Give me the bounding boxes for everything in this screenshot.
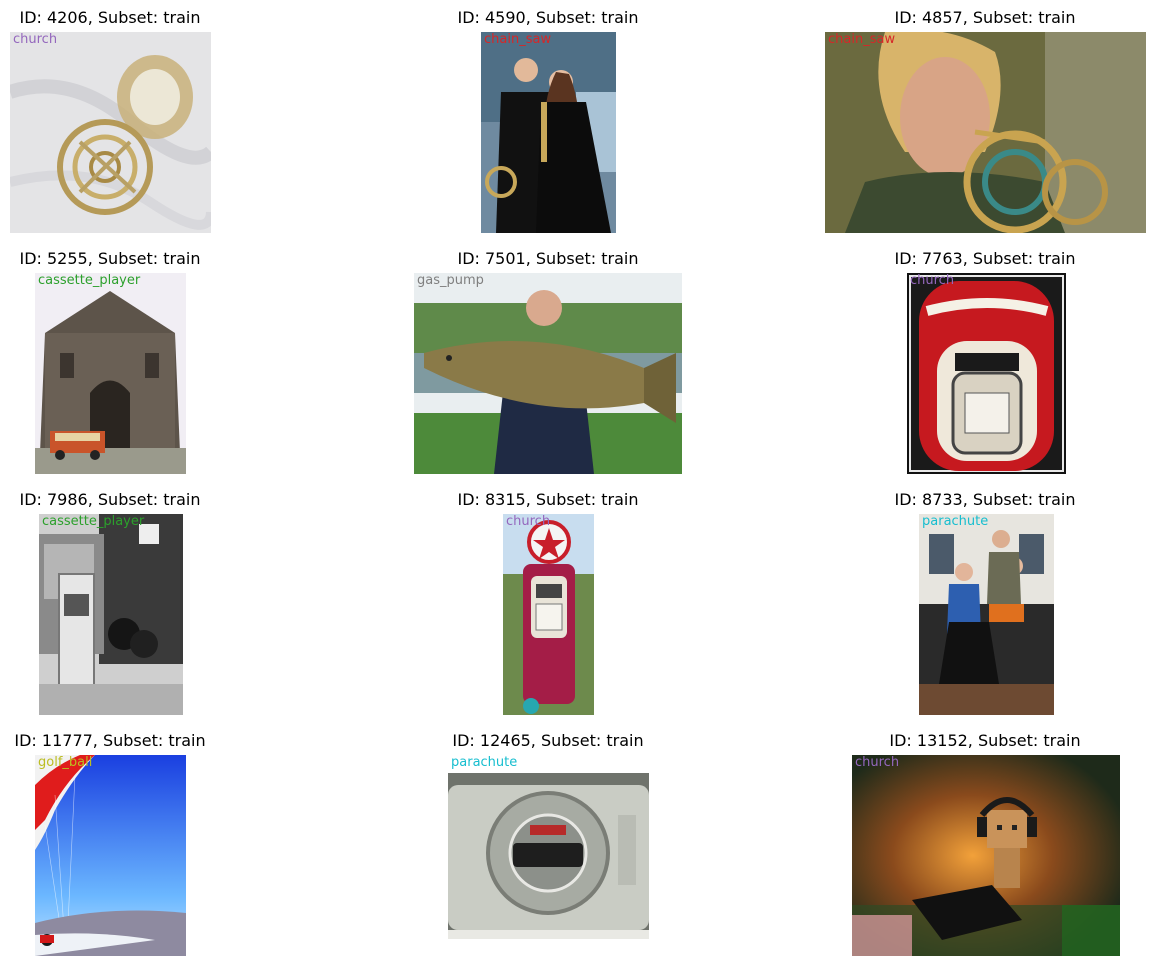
thumbnail-cassette-player-wrap: parachute xyxy=(448,755,649,956)
thumbnail-group-chainsaw: parachute xyxy=(919,514,1054,715)
predicted-label: cassette_player xyxy=(42,514,145,529)
thumbnail-woman-horn: chain_saw xyxy=(825,32,1146,233)
predicted-label: church xyxy=(910,273,955,288)
predicted-label: church xyxy=(13,32,58,47)
cell-title: ID: 4590, Subset: train xyxy=(457,8,639,27)
predicted-label: church xyxy=(855,755,900,770)
cell-title: ID: 4857, Subset: train xyxy=(894,8,1076,27)
image-grid-figure: { "cells": [ {"title": "ID: 4206, Subset… xyxy=(0,0,1156,966)
cell-title: ID: 4206, Subset: train xyxy=(19,8,201,27)
thumbnail-paraglider: golf_ball xyxy=(35,755,186,956)
predicted-label: chain_saw xyxy=(828,32,896,47)
cell-title: ID: 7501, Subset: train xyxy=(457,249,639,268)
thumbnail-old-pump-bw: cassette_player xyxy=(39,514,183,715)
cell-title: ID: 7763, Subset: train xyxy=(894,249,1076,268)
thumbnail-french-horn: church xyxy=(10,32,211,233)
cell-title: ID: 13152, Subset: train xyxy=(889,731,1081,750)
thumbnail-couple-horn: chain_saw xyxy=(481,32,616,233)
predicted-label: chain_saw xyxy=(484,32,552,47)
cell-title: ID: 5255, Subset: train xyxy=(19,249,201,268)
cell-title: ID: 11777, Subset: train xyxy=(14,731,206,750)
predicted-label: parachute xyxy=(451,755,518,770)
thumbnail-texaco-pump: church xyxy=(503,514,594,715)
thumbnail-cardboard-robot: church xyxy=(852,755,1120,956)
cell-title: ID: 8733, Subset: train xyxy=(894,490,1076,509)
thumbnail-mobilgas-pump: church xyxy=(907,273,1066,474)
predicted-label: gas_pump xyxy=(417,273,484,288)
predicted-label: golf_ball xyxy=(38,755,93,770)
cell-title: ID: 12465, Subset: train xyxy=(452,731,644,750)
predicted-label: cassette_player xyxy=(38,273,141,288)
predicted-label: church xyxy=(506,514,551,529)
thumbnail-man-fish: gas_pump xyxy=(414,273,682,474)
thumbnail-stone-church: cassette_player xyxy=(35,273,186,474)
cell-title: ID: 8315, Subset: train xyxy=(457,490,639,509)
cell-title: ID: 7986, Subset: train xyxy=(19,490,201,509)
predicted-label: parachute xyxy=(922,514,989,529)
